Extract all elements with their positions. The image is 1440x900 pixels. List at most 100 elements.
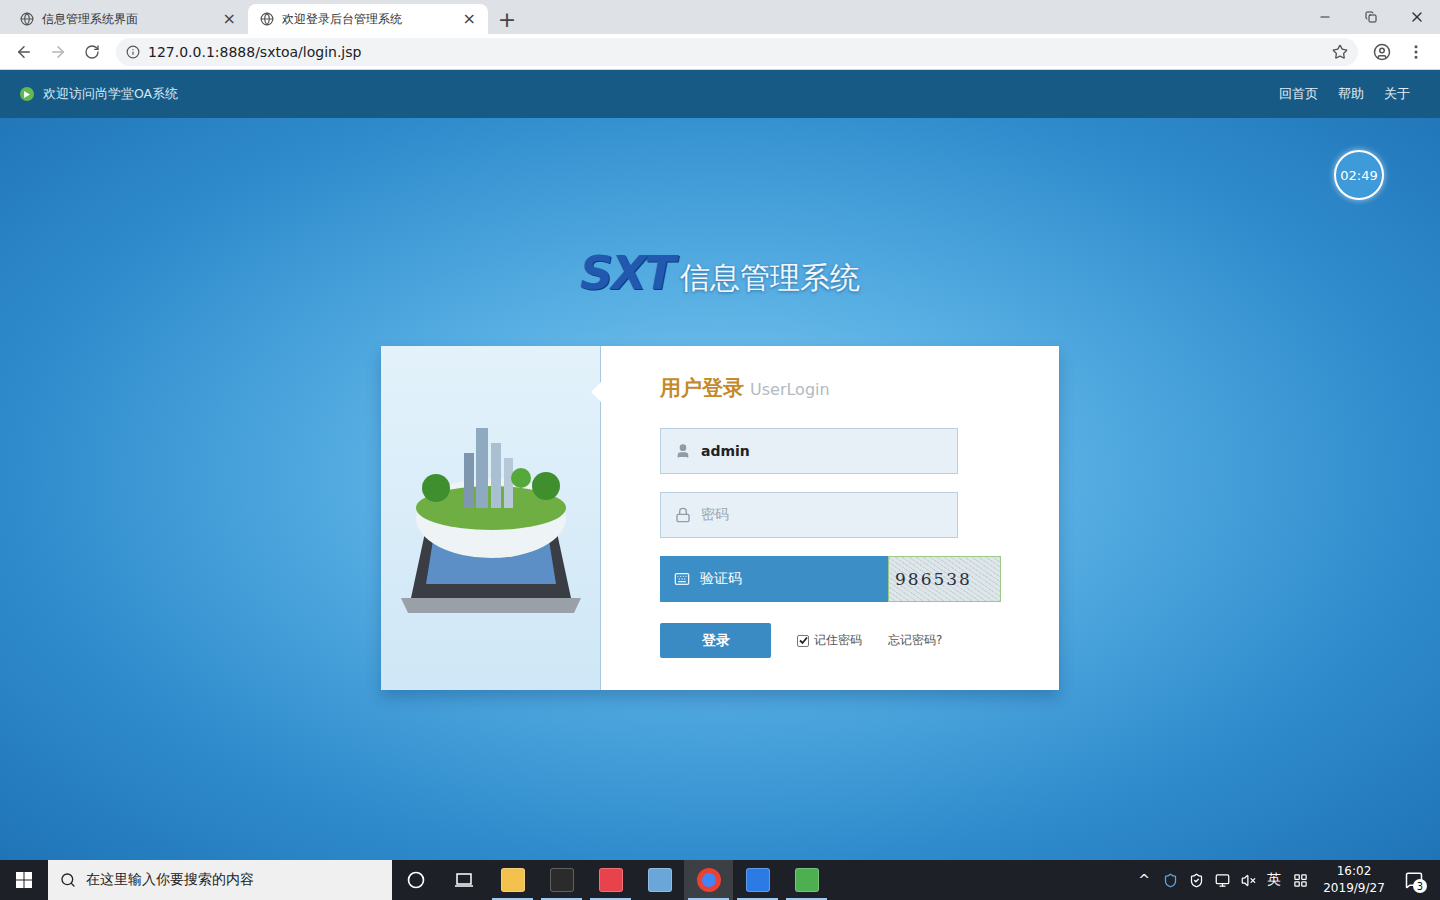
start-button[interactable] (0, 860, 48, 900)
address-bar[interactable]: 127.0.0.1:8888/sxtoa/login.jsp (116, 38, 1358, 66)
logo-title: 信息管理系统 (680, 258, 860, 299)
remember-checkbox[interactable]: 记住密码 (797, 632, 862, 649)
laptop-globe-picture (396, 408, 586, 628)
minimize-button[interactable] (1302, 0, 1348, 34)
user-icon (675, 443, 691, 459)
login-picture-panel (381, 346, 601, 690)
defender-tray-button[interactable] (1184, 860, 1208, 900)
close-icon (1409, 9, 1425, 25)
header-link[interactable]: 回首页 (1279, 86, 1318, 103)
cortana-button[interactable] (392, 860, 440, 900)
ime-grid-icon (1293, 873, 1308, 888)
security-tray-button[interactable] (1158, 860, 1182, 900)
taskbar-app[interactable] (782, 860, 831, 900)
checkbox-box (797, 635, 809, 647)
taskbar-app[interactable] (488, 860, 537, 900)
browser-toolbar: 127.0.0.1:8888/sxtoa/login.jsp (0, 34, 1440, 70)
browser-tab[interactable]: 信息管理系统界面 × (8, 4, 248, 34)
star-icon[interactable] (1332, 44, 1348, 60)
lock-icon (675, 507, 691, 523)
captcha-image[interactable]: 986538 (888, 556, 1001, 602)
forward-arrow-icon (49, 43, 67, 61)
shield-icon (1163, 873, 1178, 888)
taskbar-search[interactable]: 在这里输入你要搜索的内容 (48, 860, 392, 900)
menu-dots-icon (1407, 43, 1425, 61)
captcha-row: 验证码986538 (660, 556, 1059, 602)
password-field[interactable]: 密码 (660, 492, 958, 538)
tab-title: 信息管理系统界面 (42, 11, 213, 28)
taskbar-app[interactable] (684, 860, 733, 900)
login-box: 用户登录UserLogin admin 密码验证码986538 登录 记住密码 忘记密码? (381, 346, 1059, 690)
login-actions: 登录 记住密码 忘记密码? (660, 623, 1059, 658)
tab-close-button[interactable]: × (461, 11, 478, 27)
login-button[interactable]: 登录 (660, 623, 771, 658)
task-view-icon (454, 872, 474, 888)
login-title: 用户登录UserLogin (660, 374, 1059, 404)
tab-title: 欢迎登录后台管理系统 (282, 11, 453, 28)
network-tray-button[interactable] (1210, 860, 1234, 900)
restore-icon (1365, 11, 1377, 23)
page-header: 欢迎访问尚学堂OA系统 回首页 帮助 关于 (0, 70, 1440, 118)
taskbar-app[interactable] (537, 860, 586, 900)
window-controls (1302, 0, 1440, 34)
check-icon (799, 636, 808, 645)
restore-button[interactable] (1348, 0, 1394, 34)
header-link[interactable]: 关于 (1384, 86, 1410, 103)
chrome-icon (697, 868, 721, 892)
volume-tray-button[interactable] (1236, 860, 1260, 900)
header-links: 回首页 帮助 关于 (1279, 86, 1410, 103)
tab-close-button[interactable]: × (221, 11, 238, 27)
task-view-button[interactable] (440, 860, 488, 900)
profile-button[interactable] (1366, 37, 1398, 67)
play-icon (20, 87, 34, 101)
globe-icon (20, 12, 34, 26)
taskbar-app[interactable] (733, 860, 782, 900)
logo-mark: SXT (580, 246, 674, 300)
reload-button[interactable] (76, 37, 108, 67)
notification-button[interactable]: 3 (1396, 860, 1432, 900)
windows-logo-icon (16, 872, 32, 888)
tab-strip: 信息管理系统界面 × 欢迎登录后台管理系统 × + (0, 0, 1440, 34)
minimize-icon (1318, 10, 1332, 24)
desktop-screen: 信息管理系统界面 × 欢迎登录后台管理系统 × +127.0.0.1:8888/sxto… (0, 0, 1440, 900)
paint-icon (648, 868, 672, 892)
menu-button[interactable] (1400, 37, 1432, 67)
forgot-password-link[interactable]: 忘记密码? (888, 632, 942, 649)
system-logo: SXT信息管理系统 (580, 248, 860, 298)
info-icon (126, 45, 140, 59)
taskbar: 在这里输入你要搜索的内容 ^ 英 16:022019/9/27 3 (0, 860, 1440, 900)
notification-count: 3 (1413, 879, 1427, 893)
reload-icon (84, 44, 100, 60)
login-page: 02:49 SXT信息管理系统用户登录UserLogin admin 密码验证码986… (0, 118, 1440, 860)
writer-icon (746, 868, 770, 892)
muted-speaker-icon (1241, 873, 1256, 888)
xmind-icon (599, 868, 623, 892)
close-button[interactable] (1394, 0, 1440, 34)
search-icon (60, 872, 76, 888)
back-arrow-icon (15, 43, 33, 61)
network-icon (1215, 873, 1230, 888)
welcome-text: 欢迎访问尚学堂OA系统 (20, 86, 178, 103)
taskbar-app[interactable] (635, 860, 684, 900)
ime-indicator[interactable]: 英 (1262, 860, 1286, 900)
username-field[interactable]: admin (660, 428, 958, 474)
taskbar-clock[interactable]: 16:022019/9/27 (1314, 863, 1394, 897)
forward-button[interactable] (42, 37, 74, 67)
taskbar-app[interactable] (586, 860, 635, 900)
tray-expand-button[interactable]: ^ (1132, 860, 1156, 900)
url-text: 127.0.0.1:8888/sxtoa/login.jsp (148, 44, 1324, 60)
system-tray: ^ 英 16:022019/9/27 3 (1132, 860, 1440, 900)
header-link[interactable]: 帮助 (1338, 86, 1364, 103)
shield-check-icon (1189, 873, 1204, 888)
login-form: 用户登录UserLogin admin 密码验证码986538 登录 记住密码 忘记密码? (601, 346, 1059, 690)
captcha-field[interactable]: 验证码 (660, 556, 888, 602)
ime-mode-button[interactable] (1288, 860, 1312, 900)
cortana-circle-icon (407, 871, 425, 889)
intellij-icon (550, 868, 574, 892)
new-tab-button[interactable]: + (492, 4, 522, 34)
file-explorer-icon (501, 868, 525, 892)
browser-tab[interactable]: 欢迎登录后台管理系统 × (248, 4, 488, 34)
back-button[interactable] (8, 37, 40, 67)
profile-icon (1373, 43, 1391, 61)
clock-badge: 02:49 (1334, 150, 1384, 200)
